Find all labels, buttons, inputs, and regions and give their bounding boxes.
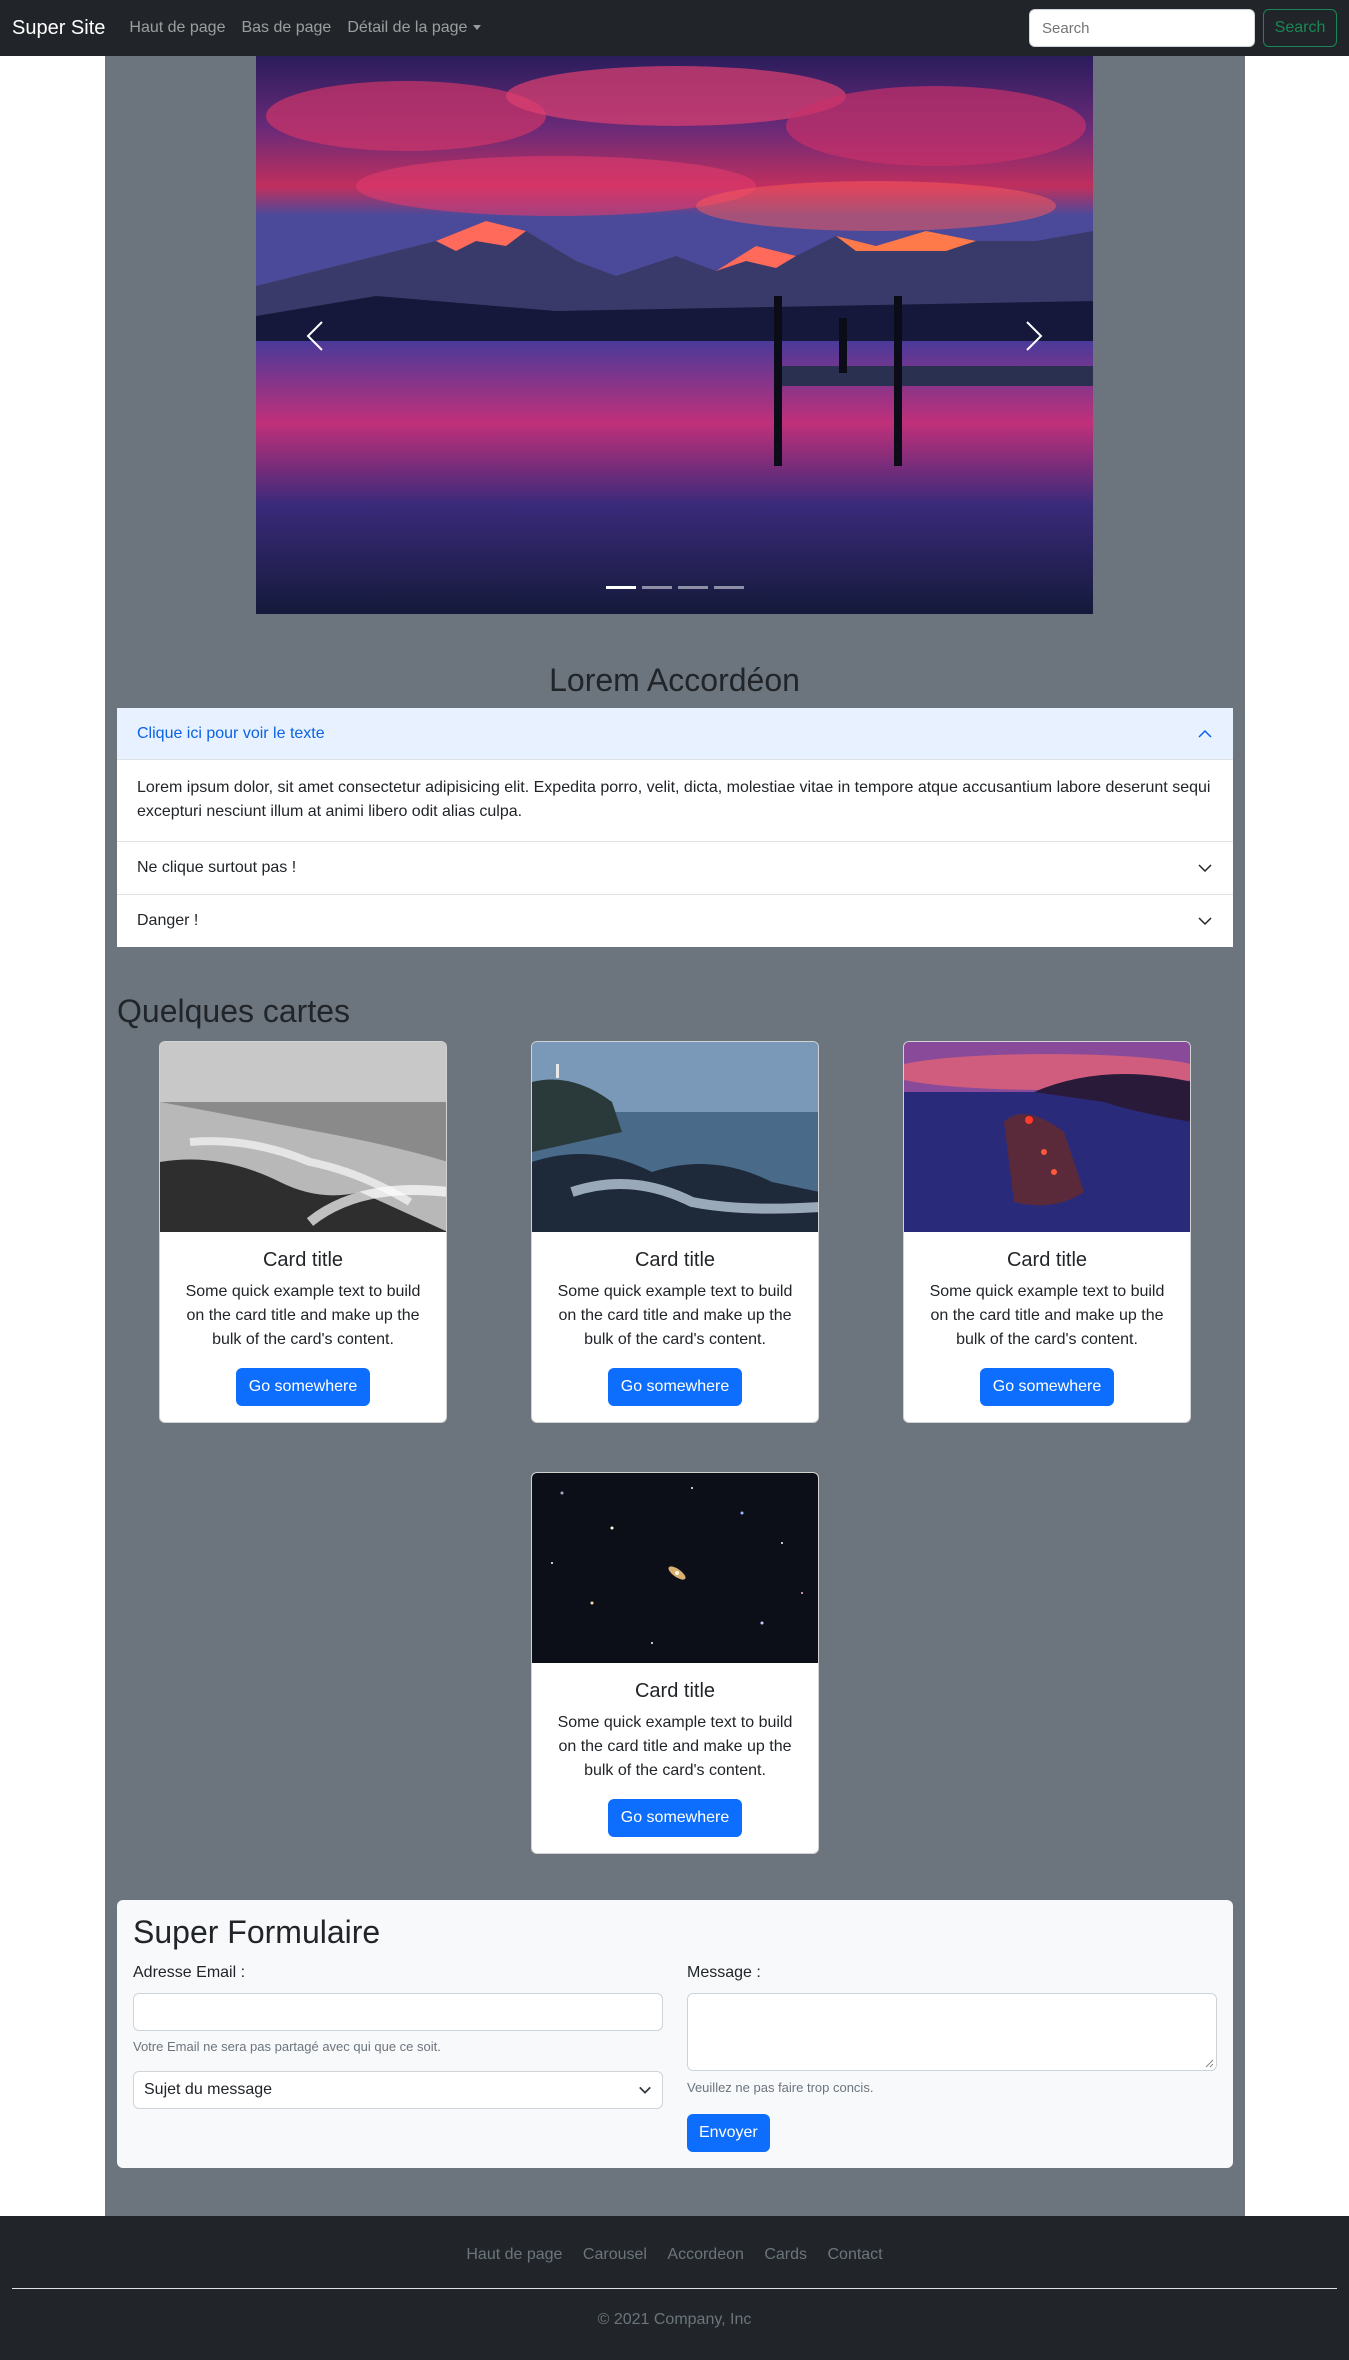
chevron-right-icon[interactable] bbox=[1013, 316, 1053, 356]
card-title: Card title bbox=[634, 1680, 716, 1702]
accordion-header[interactable]: Danger ! bbox=[117, 895, 1233, 947]
footer-divider bbox=[12, 2288, 1337, 2289]
chevron-down-icon bbox=[639, 2086, 651, 2094]
card-button[interactable]: Go somewhere bbox=[607, 1799, 743, 1837]
card-button[interactable]: Go somewhere bbox=[607, 1368, 743, 1406]
nav-dropdown-details[interactable]: Détail de la page bbox=[347, 19, 482, 37]
submit-button[interactable]: Envoyer bbox=[687, 2114, 770, 2152]
footer-link-accordion[interactable]: Accordeon bbox=[667, 2246, 744, 2263]
card: Card title Some quick example text to bu… bbox=[531, 1041, 819, 1423]
card-text: Some quick example text to build on the … bbox=[557, 1714, 793, 1779]
footer-link-top[interactable]: Haut de page bbox=[466, 2246, 562, 2263]
card-button[interactable]: Go somewhere bbox=[235, 1368, 371, 1406]
accordion-item: Danger ! bbox=[117, 895, 1233, 947]
accordion-body: Lorem ipsum dolor, sit amet consectetur … bbox=[137, 779, 1211, 820]
message-textarea[interactable] bbox=[687, 1993, 1217, 2071]
card-title: Card title bbox=[262, 1249, 344, 1271]
contact-form: Super Formulaire Adresse Email : Votre E… bbox=[117, 1900, 1233, 2168]
accordion-header[interactable]: Clique ici pour voir le texte bbox=[117, 708, 1233, 760]
message-help-text: Veuillez ne pas faire trop concis. bbox=[687, 2080, 874, 2095]
chevron-left-icon[interactable] bbox=[296, 316, 336, 356]
card-image bbox=[160, 1042, 446, 1232]
carousel-indicator[interactable] bbox=[605, 586, 636, 589]
card-image bbox=[532, 1042, 818, 1232]
carousel-slide-image bbox=[256, 56, 1093, 614]
accordion-title: Lorem Accordéon bbox=[549, 662, 800, 698]
chevron-down-icon bbox=[1198, 864, 1212, 873]
email-label: Adresse Email : bbox=[133, 1964, 246, 1981]
copyright-text: © 2021 Company, Inc bbox=[597, 2311, 752, 2328]
message-label: Message : bbox=[687, 1964, 761, 1981]
accordion-header-label: Clique ici pour voir le texte bbox=[137, 724, 325, 742]
carousel-indicators bbox=[256, 586, 1093, 589]
email-field[interactable] bbox=[133, 1993, 663, 2031]
card-image bbox=[532, 1473, 818, 1663]
footer: Haut de page Carousel Accordeon Cards Co… bbox=[0, 2216, 1349, 2360]
form-title: Super Formulaire bbox=[133, 1914, 381, 1950]
accordion-item: Clique ici pour voir le texte Lorem ipsu… bbox=[117, 708, 1233, 842]
accordion-item: Ne clique surtout pas ! bbox=[117, 842, 1233, 895]
accordion-header-label: Danger ! bbox=[137, 912, 199, 929]
nav-link-top[interactable]: Haut de page bbox=[129, 19, 225, 37]
footer-nav: Haut de page Carousel Accordeon Cards Co… bbox=[0, 2246, 1349, 2264]
accordion-header[interactable]: Ne clique surtout pas ! bbox=[117, 842, 1233, 894]
chevron-up-icon bbox=[1198, 729, 1212, 738]
carousel-indicator[interactable] bbox=[713, 586, 744, 589]
accordion: Clique ici pour voir le texte Lorem ipsu… bbox=[117, 708, 1233, 947]
card-text: Some quick example text to build on the … bbox=[929, 1283, 1165, 1348]
footer-link-carousel[interactable]: Carousel bbox=[583, 2246, 647, 2263]
email-help-text: Votre Email ne sera pas partagé avec qui… bbox=[133, 2039, 441, 2054]
search-input[interactable] bbox=[1029, 9, 1255, 47]
carousel-indicator[interactable] bbox=[641, 586, 672, 589]
chevron-down-icon bbox=[1198, 917, 1212, 926]
search-button[interactable]: Search bbox=[1263, 9, 1337, 47]
cards-section-title: Quelques cartes bbox=[117, 993, 351, 1029]
card: Card title Some quick example text to bu… bbox=[903, 1041, 1191, 1423]
carousel-indicator[interactable] bbox=[677, 586, 708, 589]
subject-select[interactable]: Sujet du message bbox=[133, 2071, 663, 2109]
card-button[interactable]: Go somewhere bbox=[979, 1368, 1115, 1406]
nav-dropdown-label: Détail de la page bbox=[347, 19, 468, 36]
navbar: Super Site Haut de page Bas de page Déta… bbox=[0, 0, 1349, 56]
card-text: Some quick example text to build on the … bbox=[185, 1283, 421, 1348]
carousel bbox=[256, 56, 1093, 614]
card-title: Card title bbox=[1006, 1249, 1088, 1271]
accordion-header-label: Ne clique surtout pas ! bbox=[137, 859, 297, 876]
nav-link-bottom[interactable]: Bas de page bbox=[241, 19, 331, 37]
caret-down-icon bbox=[473, 25, 482, 31]
card-title: Card title bbox=[634, 1249, 716, 1271]
card: Card title Some quick example text to bu… bbox=[159, 1041, 447, 1423]
brand-link[interactable]: Super Site bbox=[12, 17, 105, 40]
footer-link-cards[interactable]: Cards bbox=[764, 2246, 807, 2263]
footer-link-contact[interactable]: Contact bbox=[827, 2246, 882, 2263]
subject-select-value: Sujet du message bbox=[144, 2081, 273, 2098]
card-image bbox=[904, 1042, 1190, 1232]
resize-handle-icon[interactable] bbox=[1202, 2056, 1214, 2068]
card: Card title Some quick example text to bu… bbox=[531, 1472, 819, 1854]
card-text: Some quick example text to build on the … bbox=[557, 1283, 793, 1348]
